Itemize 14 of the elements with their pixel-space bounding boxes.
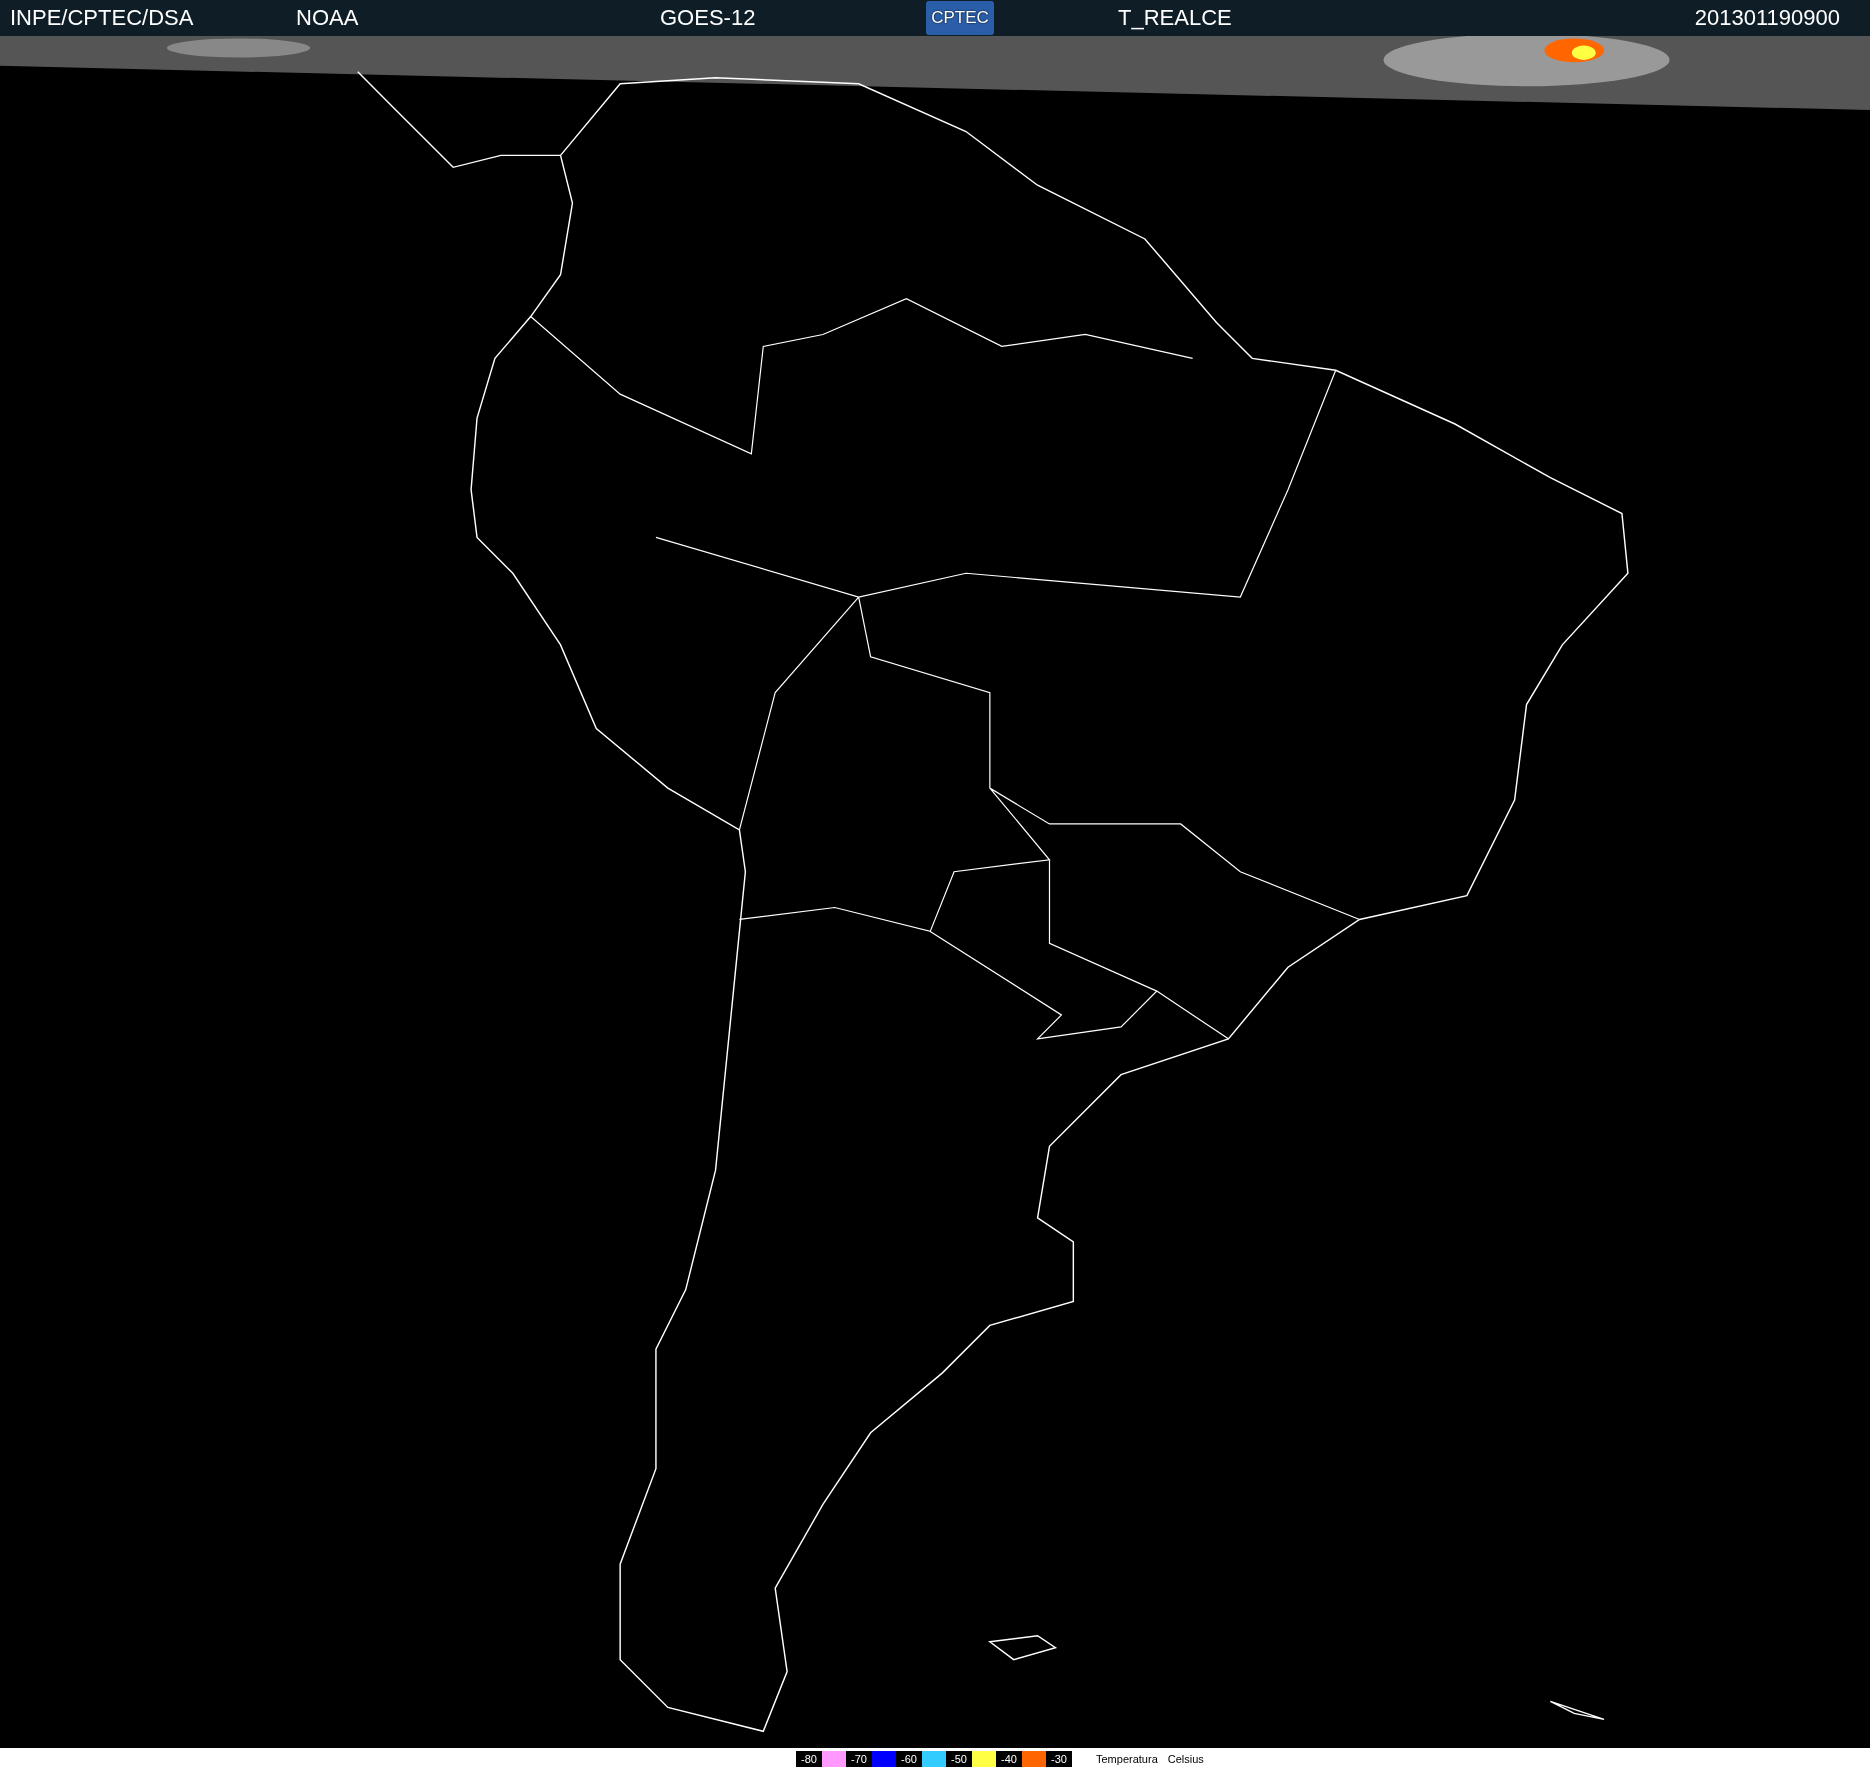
satellite-label: GOES-12 (660, 5, 757, 31)
scale-value: -60 (900, 1752, 918, 1767)
quantity-label: Temperatura (1096, 1753, 1158, 1765)
agency-label: NOAA (296, 5, 360, 31)
source-label: INPE/CPTEC/DSA (10, 5, 195, 31)
logo: CPTEC (926, 1, 994, 35)
product-label: T_REALCE (1118, 5, 1233, 31)
scale-value: -80 (800, 1752, 818, 1767)
scale-value: -30 (1050, 1752, 1068, 1767)
unit-label: Celsius (1167, 1753, 1204, 1765)
scale-value: -40 (1000, 1752, 1018, 1767)
scale-value: -70 (850, 1752, 868, 1767)
scale-value: -50 (950, 1752, 968, 1767)
timestamp-label: 201301190900 (1694, 5, 1840, 31)
